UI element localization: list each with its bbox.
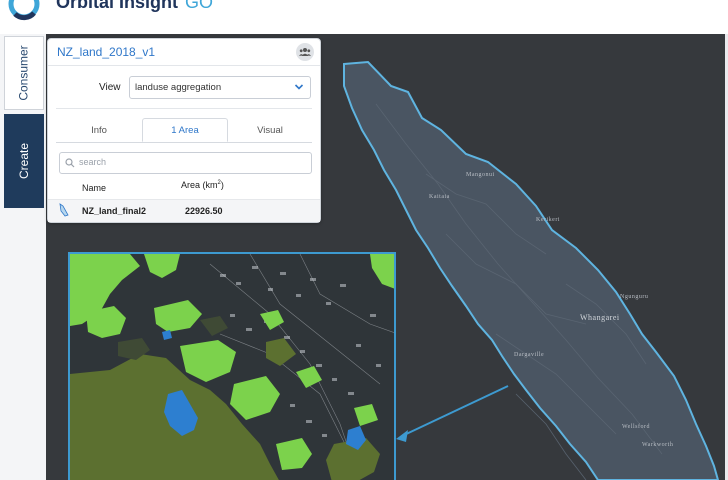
place-label: Warkworth (642, 442, 674, 448)
panel-tabs: Info 1 Area Visual (56, 118, 312, 143)
place-label: Kerikeri (536, 217, 560, 223)
place-label: Whangarei (580, 313, 620, 322)
tab-visual[interactable]: Visual (228, 118, 312, 142)
column-header-area-close: ) (220, 180, 224, 190)
search-icon (65, 158, 75, 168)
place-label: Ngunguru (620, 294, 649, 300)
brand-title: Orbital Insight (56, 0, 179, 12)
nav-tab-consumer-label: Consumer (17, 45, 32, 101)
view-select-value: landuse aggregation (135, 82, 222, 93)
tab-areas[interactable]: 1 Area (142, 118, 228, 142)
column-header-area[interactable]: Area (km2) (181, 180, 224, 190)
nav-tab-consumer[interactable]: Consumer (4, 36, 44, 110)
panel-divider (56, 108, 312, 109)
place-label: Wellsford (622, 424, 651, 430)
row-name: NZ_land_final2 (82, 206, 147, 216)
top-bar: Orbital Insight GO (0, 0, 728, 35)
landuse-inset-view[interactable] (68, 252, 396, 480)
panel-title[interactable]: NZ_land_2018_v1 (57, 45, 155, 59)
landuse-inset-image (70, 254, 394, 480)
left-nav: Consumer Create (0, 34, 47, 480)
view-label: View (99, 82, 121, 93)
table-row[interactable]: NZ_land_final2 22926.50 (48, 199, 320, 222)
panel-divider (48, 65, 320, 66)
tab-info[interactable]: Info (56, 118, 142, 142)
region-outline (343, 60, 720, 480)
area-search-input[interactable]: search (59, 152, 312, 174)
tab-areas-label: 1 Area (171, 124, 199, 136)
column-header-area-text: Area (km (181, 180, 218, 190)
view-select[interactable]: landuse aggregation (129, 76, 311, 99)
nav-tab-create-label: Create (17, 142, 31, 180)
chevron-down-icon (294, 84, 304, 90)
inset-pointer-line (401, 385, 509, 437)
share-users-button[interactable] (296, 43, 314, 61)
place-label: Dargaville (514, 352, 545, 358)
tab-visual-label: Visual (257, 124, 283, 136)
nav-tab-create[interactable]: Create (4, 114, 44, 208)
column-header-name[interactable]: Name (82, 183, 106, 193)
tab-info-label: Info (91, 124, 107, 136)
users-icon (299, 48, 311, 56)
place-label: Mangonui (466, 172, 495, 178)
row-area: 22926.50 (185, 206, 223, 216)
polygon-icon (59, 203, 69, 217)
search-placeholder: search (79, 157, 107, 167)
brand-suffix: GO (185, 0, 214, 12)
layer-panel: NZ_land_2018_v1 View landuse aggregation… (47, 38, 321, 223)
inset-pointer-arrowhead (396, 430, 408, 442)
place-label: Kaitaia (429, 194, 450, 200)
brand-name[interactable]: Orbital Insight GO (56, 0, 213, 13)
ring-logo-icon (8, 0, 40, 21)
